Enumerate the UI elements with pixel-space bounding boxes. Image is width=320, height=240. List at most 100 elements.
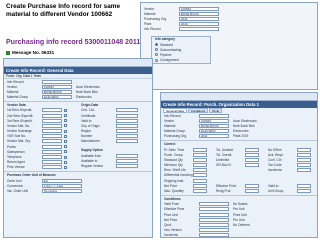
field-input[interactable]: Not active: [42, 188, 82, 193]
field-input[interactable]: [42, 113, 62, 118]
category-option[interactable]: Consignment: [152, 58, 210, 63]
field-input[interactable]: [116, 158, 138, 163]
control-input[interactable]: [297, 152, 311, 157]
field-input[interactable]: [116, 123, 138, 128]
checkbox[interactable]: [64, 155, 67, 159]
control-input[interactable]: [297, 147, 311, 152]
control-input[interactable]: [193, 173, 207, 178]
checkbox[interactable]: [64, 145, 67, 149]
field-input[interactable]: [199, 202, 229, 207]
control-input[interactable]: [193, 163, 207, 168]
field-input[interactable]: [199, 113, 229, 118]
control-input[interactable]: [193, 183, 207, 188]
control-input[interactable]: [245, 163, 259, 168]
field-input[interactable]: [42, 129, 62, 134]
field-input[interactable]: [42, 160, 62, 165]
control-input[interactable]: [193, 152, 207, 157]
field-input[interactable]: [199, 207, 229, 212]
field-input[interactable]: BOSE BOOK: [199, 123, 229, 128]
field-label: Regular Vendor: [81, 164, 104, 169]
field-input[interactable]: BOSE BOOK: [179, 11, 219, 16]
field-input[interactable]: [42, 165, 62, 170]
radio-button[interactable]: [155, 58, 158, 62]
control-input[interactable]: [193, 157, 207, 162]
tab-texts[interactable]: Texts: [209, 108, 223, 113]
control-input[interactable]: [297, 183, 311, 188]
control-cell: Rndg Prof.: [213, 189, 265, 194]
field-input[interactable]: [199, 212, 229, 217]
control-input[interactable]: [297, 189, 311, 194]
field-label: Material: [144, 11, 156, 16]
field-input[interactable]: [199, 228, 229, 233]
field-input[interactable]: [116, 164, 138, 169]
control-input[interactable]: [245, 147, 259, 152]
field-input[interactable]: [42, 118, 62, 123]
field-input[interactable]: 100662: [199, 118, 229, 123]
field-input[interactable]: 100662: [42, 84, 72, 89]
checkbox[interactable]: [64, 114, 67, 118]
field-input[interactable]: [42, 123, 62, 128]
tab-conditions[interactable]: Conditions: [187, 108, 209, 113]
field-input[interactable]: [116, 134, 138, 139]
field-input[interactable]: [42, 144, 62, 149]
control-input[interactable]: [245, 183, 259, 188]
checkbox[interactable]: [64, 150, 67, 154]
control-input[interactable]: [297, 168, 311, 173]
general-data-top-fields: Info Record Vendor 100662 Avon Electronics M…: [4, 79, 152, 100]
control-input[interactable]: [297, 157, 311, 162]
field-input[interactable]: [116, 108, 138, 113]
field-input[interactable]: [116, 153, 138, 158]
field-label: Conversion: [7, 183, 24, 188]
field-input[interactable]: ELEC0002: [42, 95, 72, 100]
checkbox[interactable]: [64, 165, 67, 169]
control-cell: Differential Invoicing: [161, 173, 213, 178]
field-description: No Scales: [233, 202, 248, 207]
field-input[interactable]: [42, 79, 72, 84]
control-input[interactable]: [245, 157, 259, 162]
checkbox[interactable]: [64, 134, 67, 138]
control-input[interactable]: [245, 189, 259, 194]
field-input[interactable]: 2011: [199, 134, 229, 139]
checkbox[interactable]: [64, 108, 67, 112]
control-row: Standard Qty Unlimited Conf. Ctrl: [161, 157, 317, 162]
checkbox[interactable]: [64, 119, 67, 123]
checkbox[interactable]: [64, 129, 67, 133]
field-input[interactable]: [116, 118, 138, 123]
field-input[interactable]: [116, 139, 138, 144]
field-input[interactable]: [199, 233, 229, 237]
field-input[interactable]: 1 EA <-> 1 EA: [42, 183, 82, 188]
radio-button[interactable]: [155, 43, 158, 47]
radio-button[interactable]: [155, 48, 158, 52]
field-input[interactable]: 100662: [179, 6, 219, 11]
control-input[interactable]: [297, 163, 311, 168]
control-input[interactable]: [193, 168, 207, 173]
control-input[interactable]: [245, 152, 259, 157]
field-input[interactable]: [42, 155, 62, 160]
field-input[interactable]: [42, 134, 62, 139]
field-input[interactable]: [116, 113, 138, 118]
field-input[interactable]: [42, 139, 62, 144]
field-input[interactable]: [42, 108, 62, 113]
field-input[interactable]: [199, 217, 229, 222]
field-input[interactable]: BOSE BOOK: [42, 89, 72, 94]
checkbox[interactable]: [64, 139, 67, 143]
radio-button[interactable]: [155, 53, 158, 57]
field-input[interactable]: [179, 27, 219, 32]
separator: [161, 139, 317, 141]
field-input[interactable]: 2019: [179, 22, 219, 27]
field-input[interactable]: [42, 149, 62, 154]
control-input[interactable]: [193, 147, 207, 152]
field-input[interactable]: 2011: [179, 16, 219, 21]
checkbox[interactable]: [64, 160, 67, 164]
tab-general-data[interactable]: General Data: [163, 108, 187, 113]
field-input[interactable]: ELEC0002: [199, 129, 229, 134]
checkbox[interactable]: [64, 124, 67, 128]
field-input[interactable]: [199, 222, 229, 227]
field-input[interactable]: EA: [42, 178, 82, 183]
field-input[interactable]: [116, 129, 138, 134]
control-input[interactable]: [193, 178, 207, 183]
field-label: Order Unit: [7, 178, 22, 183]
field-label: Purchasing Org.: [144, 16, 168, 21]
control-input[interactable]: [193, 189, 207, 194]
field-label: Purchasing Org.: [164, 134, 188, 139]
